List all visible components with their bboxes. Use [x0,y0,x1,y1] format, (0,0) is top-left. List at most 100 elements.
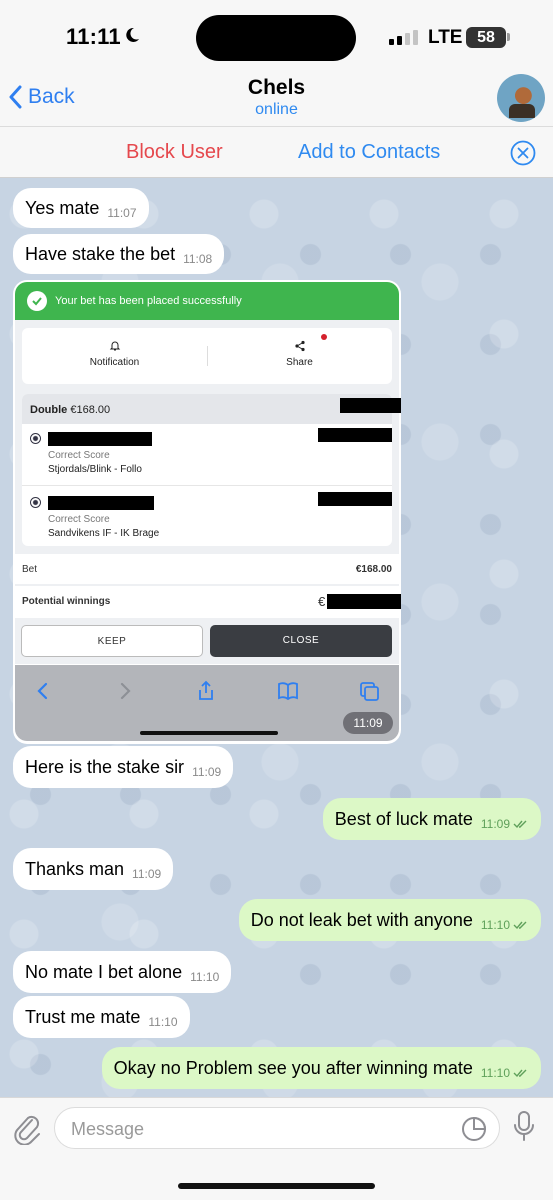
avatar[interactable] [497,74,545,122]
bet-selection: Correct Score Sandvikens IF - IK Brage [22,488,392,546]
chevron-left-icon [37,682,48,700]
sticker-icon[interactable] [461,1116,487,1142]
chevron-right-icon [120,682,131,700]
redaction [318,428,392,442]
tabs-icon [360,682,379,701]
message-incoming[interactable]: Trust me mate 11:10 [13,996,190,1038]
block-user-button[interactable]: Block User [126,141,223,164]
keep-button: KEEP [21,625,203,657]
share-icon [294,340,305,352]
notification-label: Notification [89,357,140,368]
message-time: 11:09 [480,817,510,831]
message-time: 11:09 [192,765,222,779]
chat-header: Back Chels online [0,70,553,126]
redaction [48,432,152,446]
winnings-label: Potential winnings [22,596,111,607]
photo-message[interactable]: Your bet has been placed successfully No… [13,280,401,744]
message-text: Here is the stake sir [25,756,185,777]
status-bar: 11:11 LTE 58 [0,0,553,70]
selection-match: Sandvikens IF - IK Brage [48,528,160,539]
message-outgoing[interactable]: Okay no Problem see you after winning ma… [101,1047,541,1089]
football-icon [30,433,41,444]
redaction [48,496,154,510]
notification-dot [321,334,327,340]
bet-type: Double [30,404,68,416]
signal-icon [389,29,419,45]
message-outgoing[interactable]: Best of luck mate 11:09 [322,798,541,840]
bet-label: Bet [22,564,38,575]
message-text: Yes mate [25,197,100,218]
notification-tab: Notification [22,340,207,368]
status-time: 11:11 [66,24,121,49]
chat-title[interactable]: Chels [0,76,553,100]
message-placeholder: Message [71,1119,145,1139]
message-time: 11:10 [480,1066,510,1080]
double-check-icon [513,820,527,829]
message-incoming[interactable]: Have stake the bet 11:08 [13,234,225,274]
message-time: 11:08 [183,252,213,266]
book-icon [278,682,298,701]
message-text: Trust me mate [25,1006,141,1027]
message-time: 11:09 [132,867,162,881]
message-text: Have stake the bet [25,243,176,264]
message-text: Do not leak bet with anyone [250,909,473,930]
selection-match: Stjordals/Blink - Follo [48,464,142,475]
bell-icon [109,341,120,351]
double-check-icon [513,921,527,930]
network-type: LTE [428,27,463,48]
bet-header: Double €168.00 [22,394,392,424]
dynamic-island [196,15,356,61]
battery-icon: 58 [466,27,506,48]
message-text: No mate I bet alone [25,961,183,982]
browser-toolbar [15,665,399,741]
winnings-prefix: € [318,594,326,609]
message-outgoing[interactable]: Do not leak bet with anyone 11:10 [238,899,541,941]
message-input-bar: Message [0,1097,553,1200]
message-text: Thanks man [25,858,125,879]
bet-row: Bet €168.00 [15,554,399,584]
redaction [327,594,401,609]
close-icon[interactable] [510,140,536,166]
check-icon [27,291,47,311]
message-incoming[interactable]: Yes mate 11:07 [13,188,149,228]
share-tab: Share [207,340,392,368]
redaction [340,398,401,413]
action-bar: Block User Add to Contacts [0,126,553,178]
message-incoming[interactable]: No mate I bet alone 11:10 [13,951,232,993]
message-incoming[interactable]: Here is the stake sir 11:09 [13,746,234,788]
bet-summary: Double €168.00 Correct Score Stjordals/B… [22,394,392,546]
message-time: 11:10 [148,1015,178,1029]
close-button: CLOSE [210,625,392,657]
battery-cap [507,33,510,41]
winnings-row: Potential winnings € [15,586,401,618]
redaction [318,492,392,506]
message-time: 11:09 [343,712,393,734]
home-indicator [178,1183,375,1189]
bet-amount: €168.00 [70,404,111,416]
bet-selection: Correct Score Stjordals/Blink - Follo [22,424,392,486]
home-indicator [140,731,278,735]
bet-slip-tabs: Notification Share [22,328,392,384]
selection-market: Correct Score [48,514,110,525]
share-icon [199,680,213,700]
add-to-contacts-button[interactable]: Add to Contacts [298,141,440,164]
bet-success-banner: Your bet has been placed successfully [15,282,399,320]
message-time: 11:10 [480,918,510,932]
selection-market: Correct Score [48,450,110,461]
microphone-icon[interactable] [512,1110,536,1144]
moon-icon [126,27,139,42]
message-time: 11:07 [107,206,137,220]
chat-status: online [255,101,298,118]
double-check-icon [513,1069,527,1078]
success-text: Your bet has been placed successfully [55,295,242,307]
paperclip-icon[interactable] [12,1111,42,1145]
message-text: Best of luck mate [334,808,473,829]
message-input[interactable]: Message [54,1107,500,1149]
share-label: Share [286,357,313,368]
football-icon [30,497,41,508]
message-incoming[interactable]: Thanks man 11:09 [13,848,174,890]
message-time: 11:10 [190,970,220,984]
bet-value: €168.00 [355,564,392,575]
chat-area[interactable]: Yes mate 11:07 Have stake the bet 11:08 … [0,178,553,1097]
message-text: Okay no Problem see you after winning ma… [113,1057,473,1078]
